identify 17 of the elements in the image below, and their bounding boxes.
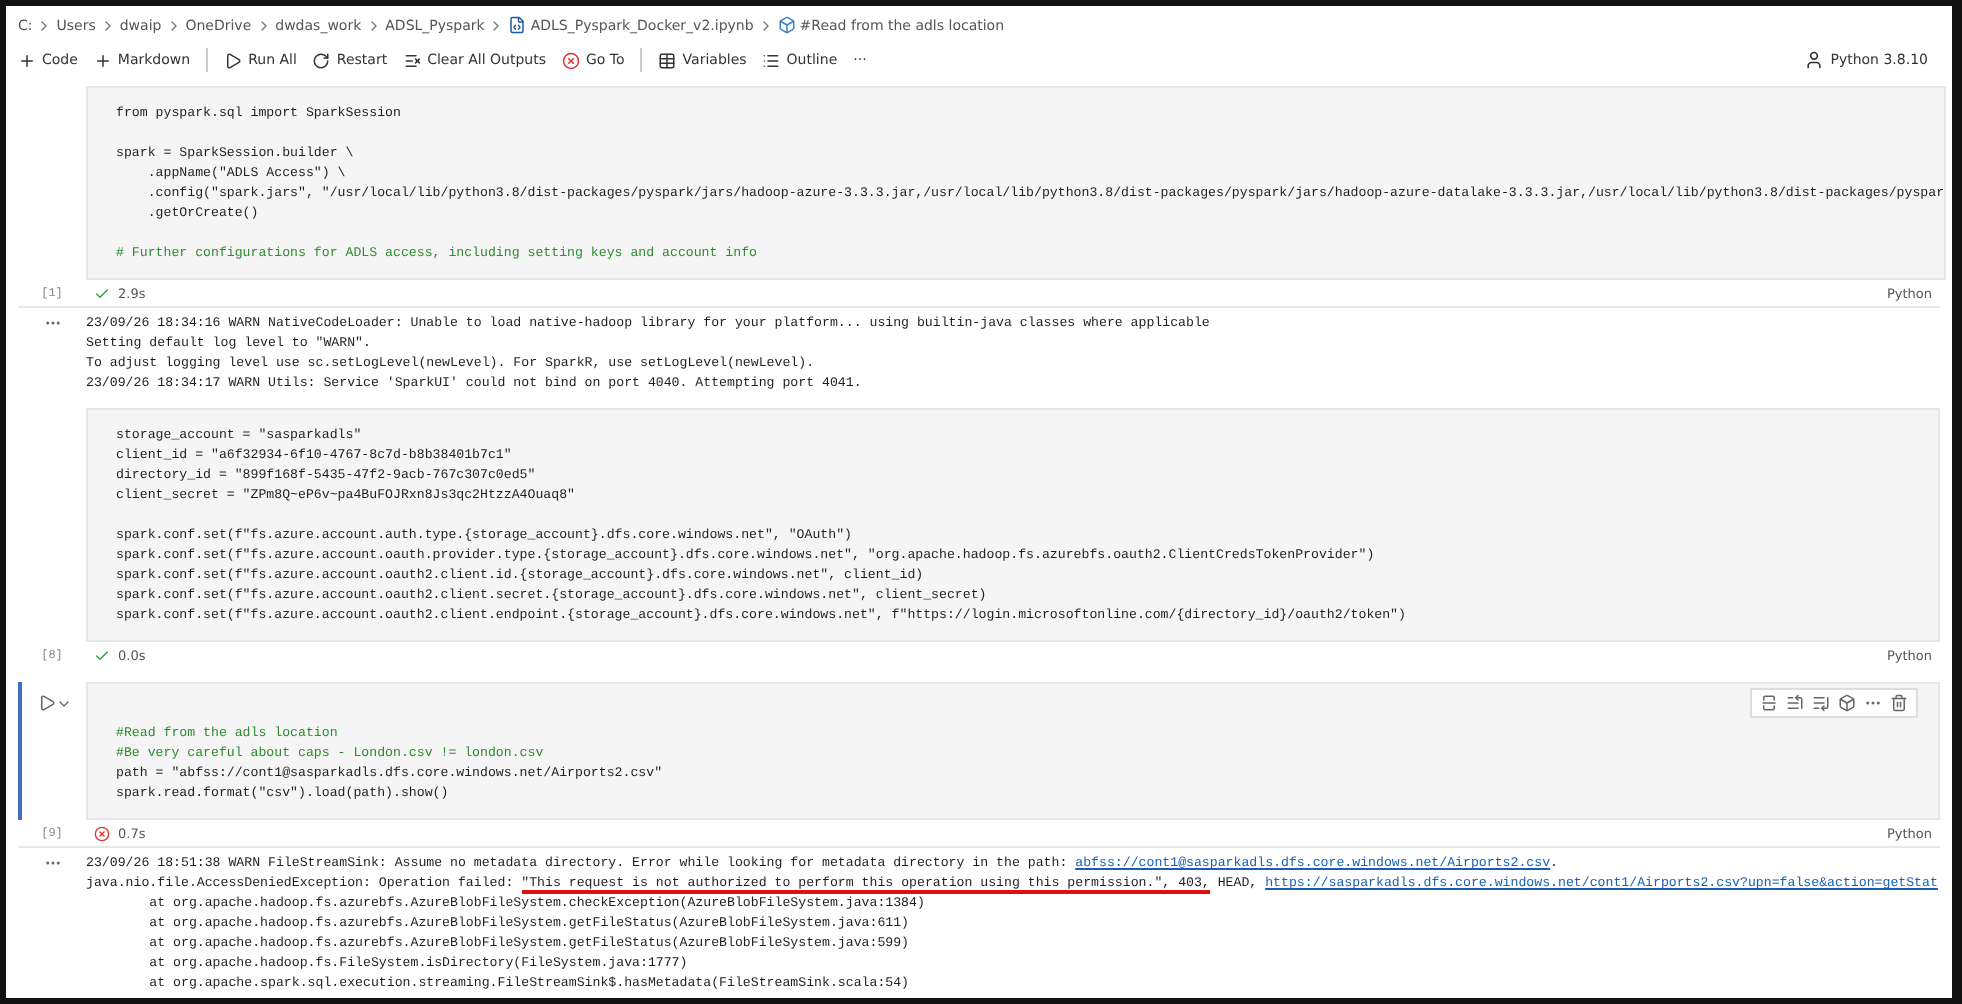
play-icon — [224, 51, 243, 69]
clear-list-icon — [403, 51, 422, 69]
plus-icon — [18, 51, 36, 69]
run-above-icon[interactable] — [1786, 694, 1804, 712]
table-icon — [658, 51, 677, 69]
person-icon — [1804, 50, 1825, 70]
restart-icon — [312, 51, 331, 69]
notebook-file-icon — [508, 16, 527, 34]
list-icon — [762, 51, 781, 69]
plus-icon — [93, 51, 112, 69]
cube-icon — [777, 16, 796, 34]
split-icon[interactable] — [1760, 694, 1778, 712]
code-editor[interactable] — [86, 408, 1940, 642]
run-below-icon[interactable] — [1812, 694, 1830, 712]
delete-icon[interactable] — [1890, 694, 1908, 712]
run-cell-icon[interactable] — [37, 694, 55, 712]
circle-x-icon — [561, 51, 580, 69]
